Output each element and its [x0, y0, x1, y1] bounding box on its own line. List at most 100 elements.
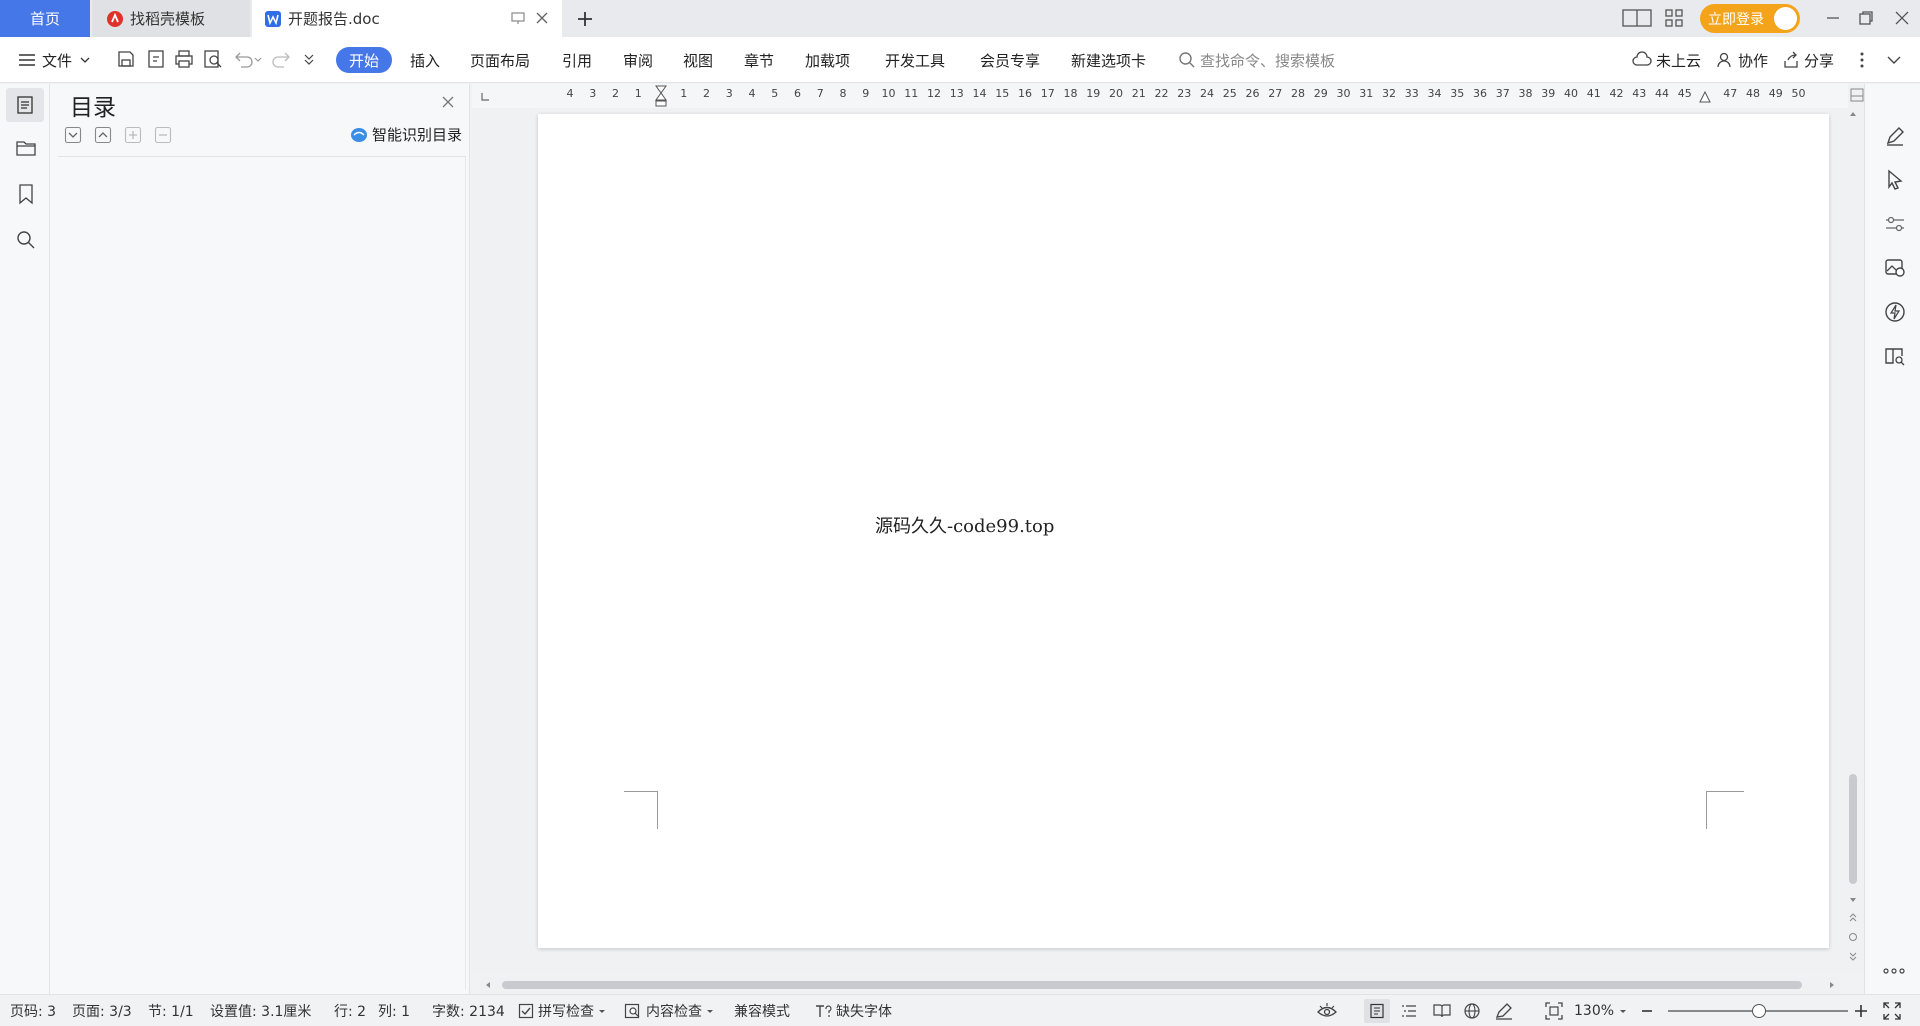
zoom-out-icon[interactable] [1640, 1004, 1654, 1018]
tab-review[interactable]: 审阅 [623, 37, 653, 83]
vertical-scrollbar[interactable] [1844, 108, 1862, 974]
fit-page-icon[interactable] [1545, 1002, 1563, 1020]
outline-view-icon[interactable] [1400, 1003, 1418, 1019]
add-level-icon[interactable] [124, 126, 142, 144]
login-button[interactable]: 立即登录 [1700, 4, 1800, 33]
horizontal-scroll-thumb[interactable] [502, 981, 1802, 989]
page-view-button[interactable] [1364, 999, 1390, 1023]
save-icon[interactable] [116, 49, 136, 69]
scroll-up-icon[interactable] [1849, 110, 1857, 118]
web-view-icon[interactable] [1463, 1002, 1481, 1020]
reading-view-icon[interactable] [1432, 1003, 1452, 1019]
write-mode-icon[interactable] [1494, 1002, 1514, 1020]
ruler-toggle-icon[interactable] [1850, 88, 1864, 102]
tab-home[interactable]: 首页 [0, 0, 90, 37]
grid-apps-icon[interactable] [1664, 8, 1684, 28]
tab-insert[interactable]: 插入 [410, 37, 440, 83]
collapse-ribbon-icon[interactable] [1885, 51, 1903, 69]
share-button[interactable]: 分享 [1782, 37, 1834, 83]
zoom-in-icon[interactable] [1853, 1003, 1869, 1019]
crop-mark-right [1706, 791, 1744, 829]
tab-addins[interactable]: 加载项 [805, 37, 850, 83]
status-pages[interactable]: 页面: 3/3 [72, 995, 132, 1026]
status-col[interactable]: 列: 1 [378, 995, 410, 1026]
remove-level-icon[interactable] [154, 126, 172, 144]
close-tab-icon[interactable] [534, 10, 550, 26]
zoom-slider-thumb[interactable] [1752, 1004, 1766, 1018]
horizontal-scrollbar[interactable] [480, 976, 1840, 994]
toc-nav-button[interactable] [6, 88, 44, 122]
pin-window-icon[interactable] [510, 10, 526, 26]
tab-developer[interactable]: 开发工具 [885, 37, 945, 83]
tab-page-layout[interactable]: 页面布局 [470, 37, 530, 83]
fullscreen-icon[interactable] [1882, 1001, 1902, 1021]
print-preview-icon[interactable] [203, 49, 223, 69]
pen-edit-icon[interactable] [1883, 124, 1907, 148]
book-search-icon[interactable] [1883, 344, 1907, 368]
spell-check-button[interactable]: 拼写检查 [518, 995, 607, 1026]
crop-mark-left [624, 791, 658, 829]
tab-new[interactable]: 新建选项卡 [1071, 37, 1146, 83]
cloud-status-button[interactable]: 未上云 [1632, 37, 1701, 83]
scroll-down-icon[interactable] [1849, 896, 1857, 904]
redo-icon[interactable] [272, 49, 292, 69]
quick-access-more-icon[interactable] [302, 51, 316, 67]
folder-icon[interactable] [12, 134, 40, 162]
zoom-level-dropdown[interactable]: 130% [1574, 995, 1628, 1026]
status-row[interactable]: 行: 2 [334, 995, 366, 1026]
tab-references[interactable]: 引用 [562, 37, 592, 83]
right-indent-marker[interactable] [1698, 88, 1712, 108]
next-page-icon[interactable] [1848, 950, 1858, 962]
content-check-button[interactable]: 内容检查 [624, 995, 715, 1026]
status-page-code[interactable]: 页码: 3 [10, 995, 56, 1026]
page-text[interactable]: 源码久久-code99.top [875, 512, 1054, 538]
scroll-right-icon[interactable] [1828, 981, 1836, 989]
status-setting[interactable]: 设置值: 3.1厘米 [210, 995, 311, 1026]
export-pdf-icon[interactable] [146, 49, 166, 69]
expand-all-icon[interactable] [64, 126, 82, 144]
status-compat-mode[interactable]: 兼容模式 [734, 995, 790, 1026]
tab-member[interactable]: 会员专享 [980, 37, 1040, 83]
undo-icon[interactable] [233, 49, 263, 69]
bookmark-icon[interactable] [12, 180, 40, 208]
tab-document[interactable]: 开题报告.doc [252, 0, 562, 37]
print-icon[interactable] [174, 49, 194, 69]
close-window-icon[interactable] [1893, 9, 1911, 27]
file-menu[interactable]: 文件 [18, 37, 92, 83]
horizontal-ruler[interactable]: 4321 1 2 3 4 5 6 7 8 9 10 11 12 13 14 15 16 17 18 19 20 21 22… [472, 84, 1864, 108]
missing-fonts-button[interactable]: 缺失字体 [815, 995, 892, 1026]
tab-start[interactable]: 开始 [336, 47, 392, 73]
vertical-scroll-thumb[interactable] [1849, 774, 1857, 884]
first-line-indent-marker[interactable] [654, 84, 668, 108]
collaborate-button[interactable]: 协作 [1716, 37, 1768, 83]
eye-protection-icon[interactable] [1316, 1001, 1338, 1021]
status-section[interactable]: 节: 1/1 [148, 995, 194, 1026]
tab-chapter[interactable]: 章节 [744, 37, 774, 83]
scroll-left-icon[interactable] [484, 981, 492, 989]
restore-icon[interactable] [1857, 9, 1875, 27]
more-horizontal-icon[interactable] [1883, 966, 1905, 976]
status-word-count[interactable]: 字数: 2134 [432, 995, 505, 1026]
search-panel-icon[interactable] [12, 226, 40, 254]
image-tools-icon[interactable] [1883, 256, 1907, 280]
document-page[interactable]: 源码久久-code99.top [538, 114, 1829, 948]
smart-toc-button[interactable]: 智能识别目录 [350, 124, 462, 145]
tab-developer-label: 开发工具 [885, 51, 946, 70]
prev-page-icon[interactable] [1848, 912, 1858, 924]
select-browse-object-icon[interactable] [1848, 932, 1858, 942]
tab-view[interactable]: 视图 [683, 37, 713, 83]
lightning-icon[interactable] [1883, 300, 1907, 324]
tab-stop-icon[interactable] [480, 92, 490, 102]
more-vertical-icon[interactable] [1856, 50, 1868, 70]
tab-template[interactable]: 找稻壳模板 [92, 0, 250, 37]
ruler-number: 11 [904, 87, 919, 100]
ruler-number: 36 [1473, 87, 1487, 100]
pointer-select-icon[interactable] [1883, 168, 1907, 192]
minimize-icon[interactable] [1824, 9, 1842, 27]
add-tab-icon[interactable] [572, 6, 598, 32]
adjust-sliders-icon[interactable] [1883, 212, 1907, 236]
close-panel-icon[interactable] [440, 94, 456, 110]
reading-mode-icon[interactable] [1622, 8, 1652, 28]
command-search[interactable]: 查找命令、搜索模板 [1178, 37, 1335, 83]
collapse-all-icon[interactable] [94, 126, 112, 144]
